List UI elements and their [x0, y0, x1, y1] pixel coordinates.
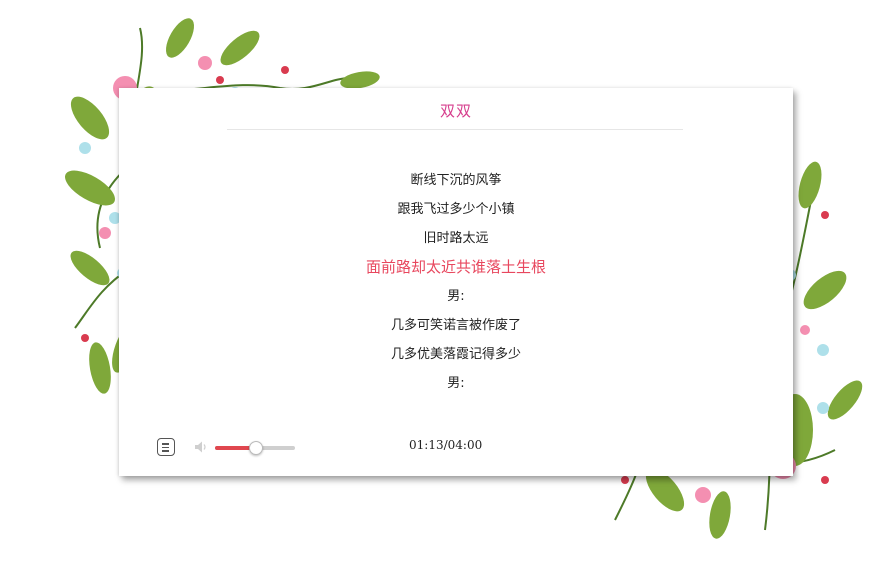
lyrics-panel: 断线下沉的风筝 跟我飞过多少个小镇 旧时路太远 面前路却太近共谁落土生根 男: …: [119, 166, 793, 398]
lyric-line: 跟我飞过多少个小镇: [397, 202, 515, 217]
lyric-line: 旧时路太远: [423, 231, 489, 246]
title-divider: [227, 129, 683, 130]
lyric-line: 男:: [447, 289, 465, 304]
lyrics-player-card: 双双 断线下沉的风筝 跟我飞过多少个小镇 旧时路太远 面前路却太近共谁落土生根 …: [119, 88, 793, 476]
lyric-line: 几多优美落霞记得多少: [390, 347, 521, 362]
volume-slider-handle[interactable]: [249, 441, 263, 455]
lyric-line: 男:: [447, 376, 465, 391]
lyric-line: 断线下沉的风筝: [410, 173, 502, 188]
player-controls: 01:13/04:00: [157, 436, 757, 460]
lyrics-list-icon[interactable]: [157, 438, 175, 456]
speaker-icon[interactable]: [194, 440, 208, 454]
lyric-line: 几多可笑诺言被作废了: [390, 318, 521, 333]
volume-slider[interactable]: [215, 441, 295, 455]
playback-time: 01:13/04:00: [409, 438, 483, 452]
lyric-line-current: 面前路却太近共谁落土生根: [365, 258, 546, 276]
song-title: 双双: [439, 102, 472, 120]
